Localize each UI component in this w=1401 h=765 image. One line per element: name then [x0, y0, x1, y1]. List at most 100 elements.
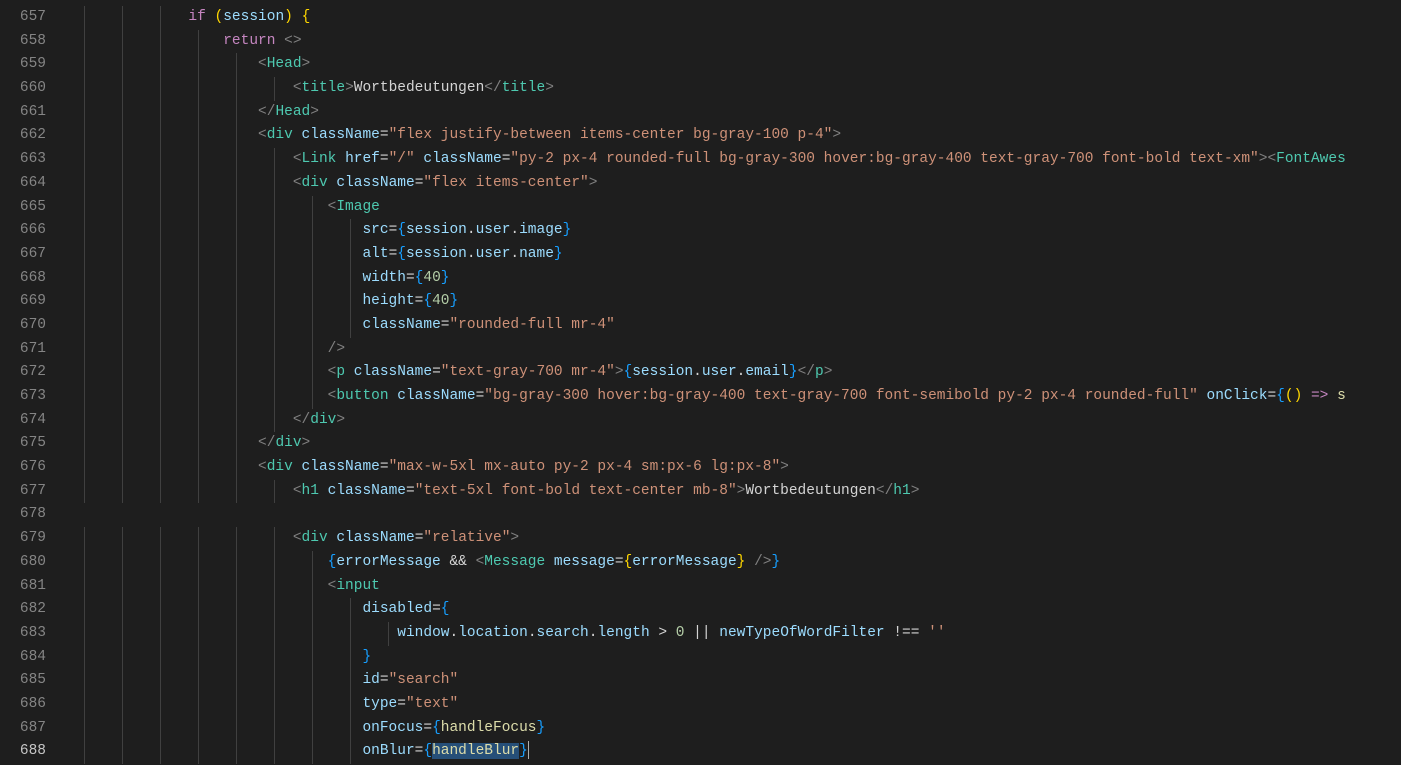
token-tag: div	[267, 459, 293, 475]
line-number: 678	[0, 503, 54, 527]
token-jsxp: </	[798, 364, 815, 380]
token-text	[206, 9, 215, 25]
token-text: .	[528, 625, 537, 641]
code-line[interactable]: <button className="bg-gray-300 hover:bg-…	[84, 385, 1401, 409]
token-text: .	[510, 222, 519, 238]
code-line[interactable]: disabled={	[84, 598, 1401, 622]
code-line[interactable]: return <>	[84, 30, 1401, 54]
line-number: 683	[0, 622, 54, 646]
token-jsxp: >	[911, 483, 920, 499]
token-attr: className	[397, 388, 475, 404]
token-blueb: }	[554, 246, 563, 262]
token-attr: onClick	[1207, 388, 1268, 404]
token-blueb: {	[432, 720, 441, 736]
code-line[interactable]: id="search"	[84, 669, 1401, 693]
code-line[interactable]: </div>	[84, 432, 1401, 456]
token-jsxp: >	[780, 459, 789, 475]
token-text: =	[406, 483, 415, 499]
token-string: "bg-gray-300 hover:bg-gray-400 text-gray…	[484, 388, 1198, 404]
token-keyword: =>	[1311, 388, 1328, 404]
token-tag: Head	[275, 104, 310, 120]
line-number: 675	[0, 432, 54, 456]
code-line[interactable]: height={40}	[84, 290, 1401, 314]
line-number: 662	[0, 124, 54, 148]
code-line[interactable]: <div className="flex justify-between ite…	[84, 124, 1401, 148]
token-text: =	[380, 459, 389, 475]
token-attr: className	[328, 483, 406, 499]
token-jsxp: >	[589, 175, 598, 191]
code-line[interactable]: type="text"	[84, 693, 1401, 717]
line-number: 665	[0, 196, 54, 220]
code-editor[interactable]: 6576586596606616626636646656666676686696…	[0, 0, 1401, 765]
token-string: "flex items-center"	[423, 175, 588, 191]
code-line[interactable]: onBlur={handleBlur}	[84, 740, 1401, 764]
code-line[interactable]: width={40}	[84, 267, 1401, 291]
token-attr: width	[362, 270, 406, 286]
token-text	[293, 127, 302, 143]
token-var: window	[397, 625, 449, 641]
token-tag: Image	[336, 199, 380, 215]
token-jsxp: </	[876, 483, 893, 499]
token-tag: Link	[302, 151, 337, 167]
code-line[interactable]: <div className="flex items-center">	[84, 172, 1401, 196]
code-line[interactable]: </Head>	[84, 101, 1401, 125]
code-line[interactable]: <input	[84, 575, 1401, 599]
token-blueb: }	[563, 222, 572, 238]
token-blueb: }	[519, 743, 528, 759]
code-line[interactable]: <h1 className="text-5xl font-bold text-c…	[84, 480, 1401, 504]
code-line[interactable]: onFocus={handleFocus}	[84, 717, 1401, 741]
code-line[interactable]: alt={session.user.name}	[84, 243, 1401, 267]
token-text	[745, 554, 754, 570]
code-line[interactable]: window.location.search.length > 0 || new…	[84, 622, 1401, 646]
code-line[interactable]: <Image	[84, 196, 1401, 220]
code-area[interactable]: if (session) { return <> <Head> <title>W…	[72, 0, 1401, 765]
token-text: =	[423, 720, 432, 736]
token-text	[345, 364, 354, 380]
token-jsxp: >	[345, 80, 354, 96]
code-line[interactable]: </div>	[84, 409, 1401, 433]
token-string: "py-2 px-4 rounded-full bg-gray-300 hove…	[510, 151, 1258, 167]
token-tag: title	[302, 80, 346, 96]
token-var: session	[406, 246, 467, 262]
token-yellowb: )	[1294, 388, 1303, 404]
token-blueb: {	[624, 364, 633, 380]
code-line[interactable]: <Link href="/" className="py-2 px-4 roun…	[84, 148, 1401, 172]
token-yellowb: )	[284, 9, 293, 25]
code-line[interactable]: <Head>	[84, 53, 1401, 77]
token-jsxp: </	[258, 104, 275, 120]
code-line[interactable]: if (session) {	[84, 6, 1401, 30]
token-var: length	[597, 625, 649, 641]
line-number: 674	[0, 409, 54, 433]
token-string: ''	[928, 625, 945, 641]
token-text	[336, 151, 345, 167]
token-blueb: }	[362, 649, 371, 665]
code-line[interactable]: src={session.user.image}	[84, 219, 1401, 243]
token-attr: className	[362, 317, 440, 333]
token-yellowb: (	[215, 9, 224, 25]
token-jsxp: <	[293, 483, 302, 499]
token-attr: className	[336, 530, 414, 546]
token-text	[1302, 388, 1311, 404]
token-var: user	[476, 246, 511, 262]
token-text: =	[1267, 388, 1276, 404]
code-line[interactable]	[84, 503, 1401, 527]
line-number: 684	[0, 646, 54, 670]
token-var: image	[519, 222, 563, 238]
token-text: .	[449, 625, 458, 641]
token-string: "relative"	[423, 530, 510, 546]
code-line[interactable]: className="rounded-full mr-4"	[84, 314, 1401, 338]
code-line[interactable]: <div className="max-w-5xl mx-auto py-2 p…	[84, 456, 1401, 480]
code-line[interactable]: <p className="text-gray-700 mr-4">{sessi…	[84, 361, 1401, 385]
token-tag: div	[275, 435, 301, 451]
code-line[interactable]: />	[84, 338, 1401, 362]
code-line[interactable]: }	[84, 646, 1401, 670]
token-text: .	[510, 246, 519, 262]
token-jsxp: <	[258, 56, 267, 72]
token-string: "max-w-5xl mx-auto py-2 px-4 sm:px-6 lg:…	[389, 459, 781, 475]
code-line[interactable]: {errorMessage && <Message message={error…	[84, 551, 1401, 575]
code-line[interactable]: <div className="relative">	[84, 527, 1401, 551]
code-line[interactable]: <title>Wortbedeutungen</title>	[84, 77, 1401, 101]
token-jsxp: <	[258, 459, 267, 475]
line-number: 663	[0, 148, 54, 172]
token-jsxp: <	[293, 175, 302, 191]
